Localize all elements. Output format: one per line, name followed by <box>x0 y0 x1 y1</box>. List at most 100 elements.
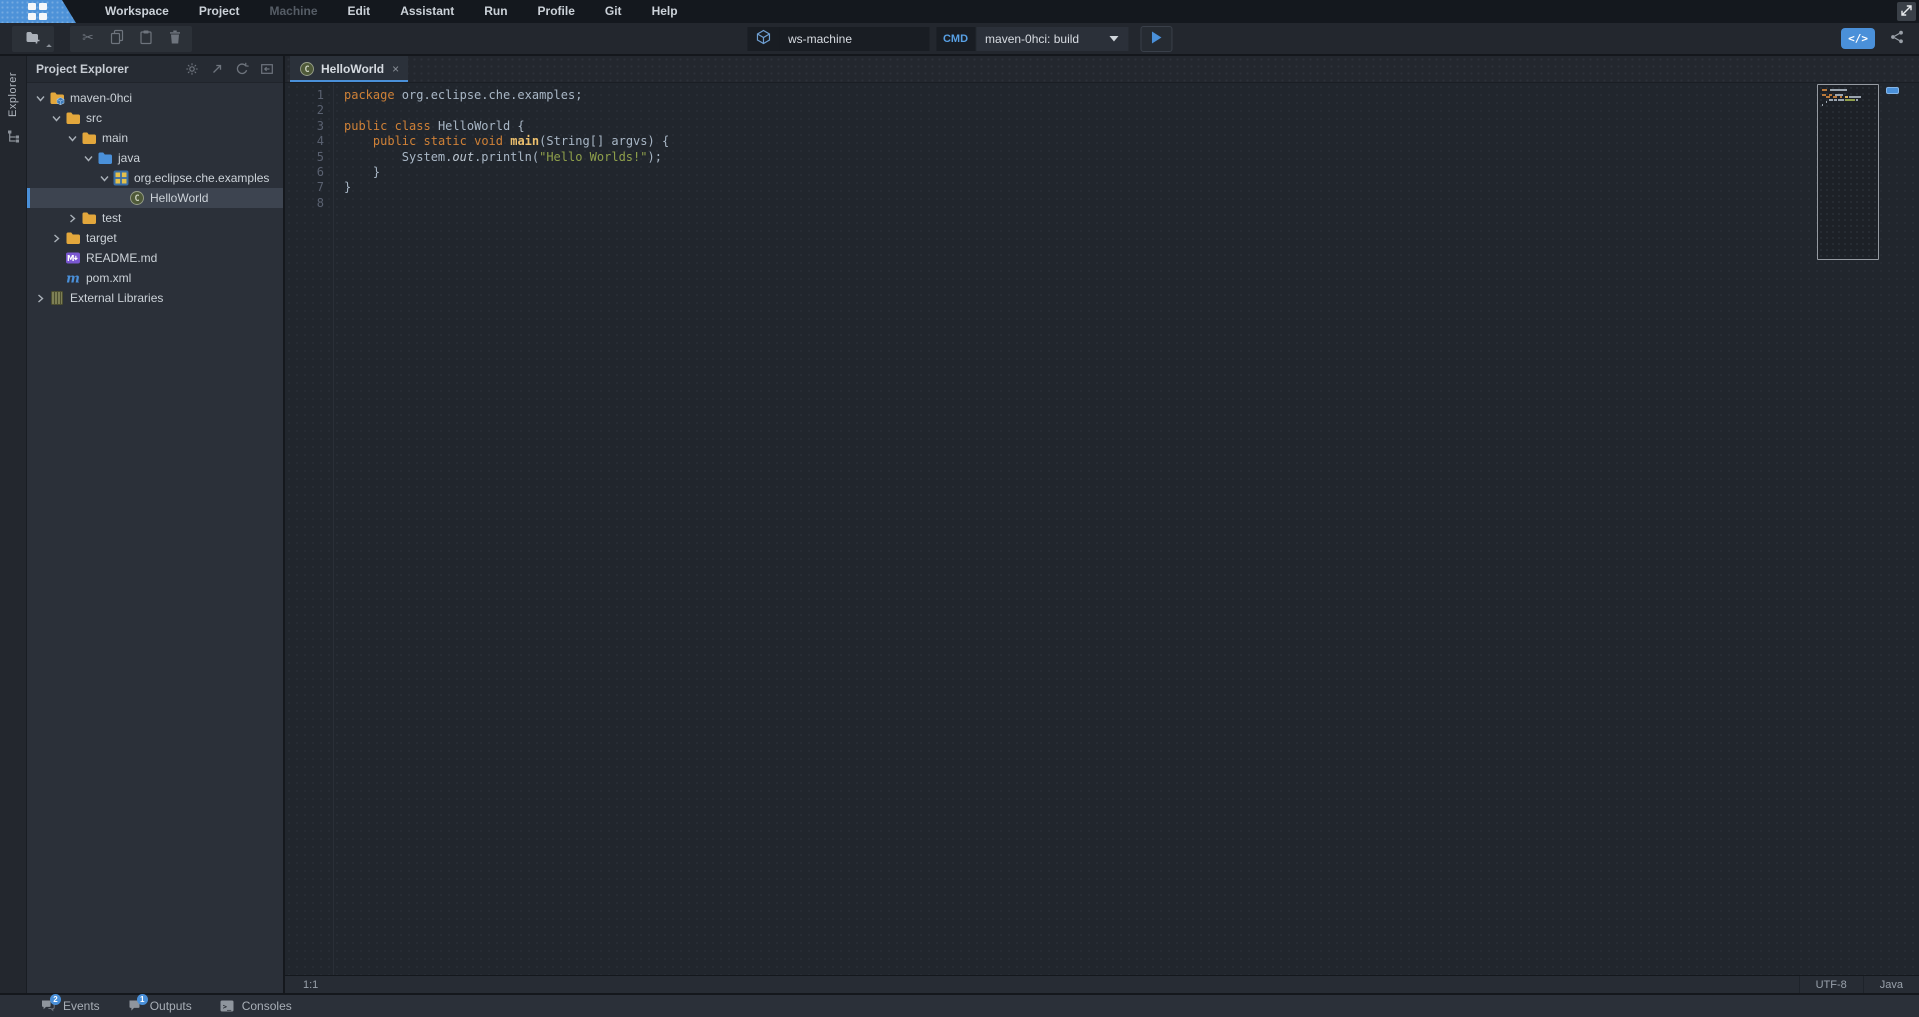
tree-item-main[interactable]: main <box>27 128 283 148</box>
panel-tab-events[interactable]: 2Events <box>40 998 100 1014</box>
che-logo[interactable] <box>0 0 76 23</box>
bottom-panel-bar: 2Events 1 Outputs >_Consoles <box>0 993 1919 1017</box>
code-line <box>344 103 1919 118</box>
line-number-gutter: 12345678 <box>285 83 334 975</box>
code-content[interactable]: package org.eclipse.che.examples; public… <box>334 83 1919 975</box>
collapse-panel-icon[interactable] <box>260 62 274 76</box>
editor-tab-label: HelloWorld <box>321 62 384 76</box>
run-command-select[interactable]: maven-0hci: build <box>976 27 1128 51</box>
cut-button[interactable]: ✂ <box>73 26 102 52</box>
copy-button[interactable] <box>102 26 131 52</box>
tree-item-label: External Libraries <box>70 291 163 305</box>
tree-item-maven-0hci[interactable]: maven-0hci <box>27 88 283 108</box>
collapsed-chevron-icon[interactable] <box>50 234 63 243</box>
machine-selector-button[interactable] <box>747 27 779 51</box>
package-icon <box>113 170 129 186</box>
panel-tab-consoles[interactable]: >_Consoles <box>219 998 292 1014</box>
menu-help[interactable]: Help <box>637 0 693 23</box>
project-icon <box>49 90 65 106</box>
tree-item-label: maven-0hci <box>70 91 132 105</box>
collapsed-chevron-icon[interactable] <box>66 214 79 223</box>
consoles-icon: >_ <box>219 998 235 1014</box>
close-tab-icon[interactable]: × <box>392 62 399 76</box>
menu-machine: Machine <box>255 0 333 23</box>
tree-item-label: target <box>86 231 117 245</box>
scissors-icon: ✂ <box>80 29 96 48</box>
toolbar: ✂ CMD maven-0hci: build </> <box>0 23 1919 56</box>
count-badge: 2 <box>50 994 61 1005</box>
svg-text:✂: ✂ <box>82 30 94 45</box>
menu-project[interactable]: Project <box>184 0 255 23</box>
project-explorer-header: Project Explorer <box>27 56 283 83</box>
explorer-strip-label: Explorer <box>7 72 19 117</box>
menu-workspace[interactable]: Workspace <box>90 0 184 23</box>
javaclass-icon: C <box>299 61 315 77</box>
svg-text:>_: >_ <box>223 1003 232 1011</box>
folder-icon <box>65 110 81 126</box>
folder-icon <box>81 130 97 146</box>
tree-item-readme-md[interactable]: MREADME.md <box>27 248 283 268</box>
share-button[interactable] <box>1889 29 1905 48</box>
tree-item-label: HelloWorld <box>150 191 208 205</box>
machine-name-input[interactable] <box>779 27 929 51</box>
explorer-strip-tab[interactable]: Explorer <box>6 72 21 149</box>
folder-icon <box>65 230 81 246</box>
refresh-icon[interactable] <box>235 62 249 76</box>
project-tree: maven-0hci srcmain java org.eclipse.che.exa… <box>27 83 283 993</box>
outputs-icon: 1 <box>127 998 143 1014</box>
che-logo-grid-icon <box>28 3 47 20</box>
menu-edit[interactable]: Edit <box>333 0 386 23</box>
tree-item-target[interactable]: target <box>27 228 283 248</box>
minimap[interactable] <box>1817 84 1879 260</box>
overview-ruler-marker <box>1886 87 1899 94</box>
menu-git[interactable]: Git <box>590 0 637 23</box>
share-nodes-icon <box>1889 29 1905 48</box>
menu-assistant[interactable]: Assistant <box>385 0 469 23</box>
folderblue-icon <box>97 150 113 166</box>
tree-item-pom-xml[interactable]: mpom.xml <box>27 268 283 288</box>
expanded-chevron-icon[interactable] <box>98 174 111 183</box>
menubar: WorkspaceProjectMachineEditAssistantRunP… <box>0 0 1919 23</box>
collapsed-chevron-icon[interactable] <box>34 294 47 303</box>
go-into-arrow-icon[interactable] <box>210 62 224 76</box>
new-project-button[interactable] <box>12 26 54 52</box>
tree-item-helloworld[interactable]: CHelloWorld <box>27 188 283 208</box>
tree-item-label: java <box>118 151 140 165</box>
delete-button[interactable] <box>160 26 189 52</box>
settings-gear-icon[interactable] <box>185 62 199 76</box>
tree-item-java[interactable]: java <box>27 148 283 168</box>
code-line: package org.eclipse.che.examples; <box>344 88 1919 103</box>
command-toolbar: CMD maven-0hci: build <box>747 26 1172 52</box>
line-number: 2 <box>285 103 324 118</box>
maven-icon: m <box>65 270 81 286</box>
project-tree-icon <box>6 129 21 149</box>
tree-item-src[interactable]: src <box>27 108 283 128</box>
expanded-chevron-icon[interactable] <box>82 154 95 163</box>
fullscreen-toggle-button[interactable] <box>1897 2 1916 21</box>
clipboard-icon <box>138 29 154 48</box>
expanded-chevron-icon[interactable] <box>66 134 79 143</box>
line-number: 5 <box>285 150 324 165</box>
svg-text:C: C <box>304 65 309 75</box>
expand-arrows-icon <box>1899 3 1914 21</box>
left-part-stack: Explorer <box>0 56 27 993</box>
tree-item-org-eclipse-che-examples[interactable]: org.eclipse.che.examples <box>27 168 283 188</box>
paste-button[interactable] <box>131 26 160 52</box>
panel-tab-outputs[interactable]: 1 Outputs <box>127 998 192 1014</box>
expanded-chevron-icon[interactable] <box>50 114 63 123</box>
che-ide-window: WorkspaceProjectMachineEditAssistantRunP… <box>0 0 1919 1017</box>
editor-mode-button[interactable]: </> <box>1841 28 1875 49</box>
project-explorer-title: Project Explorer <box>36 62 129 76</box>
run-command-button[interactable] <box>1140 26 1172 52</box>
code-editor[interactable]: 12345678 package org.eclipse.che.example… <box>285 83 1919 975</box>
menu-profile[interactable]: Profile <box>523 0 590 23</box>
new-project-folder-icon <box>25 29 41 48</box>
svg-text:m: m <box>66 272 80 287</box>
menu-run[interactable]: Run <box>469 0 522 23</box>
tree-item-test[interactable]: test <box>27 208 283 228</box>
expanded-chevron-icon[interactable] <box>34 94 47 103</box>
panel-tab-label: Outputs <box>150 999 192 1013</box>
chevron-down-icon <box>1108 32 1119 46</box>
editor-tab-helloworld[interactable]: C HelloWorld × <box>290 56 408 82</box>
tree-item-external-libraries[interactable]: External Libraries <box>27 288 283 308</box>
